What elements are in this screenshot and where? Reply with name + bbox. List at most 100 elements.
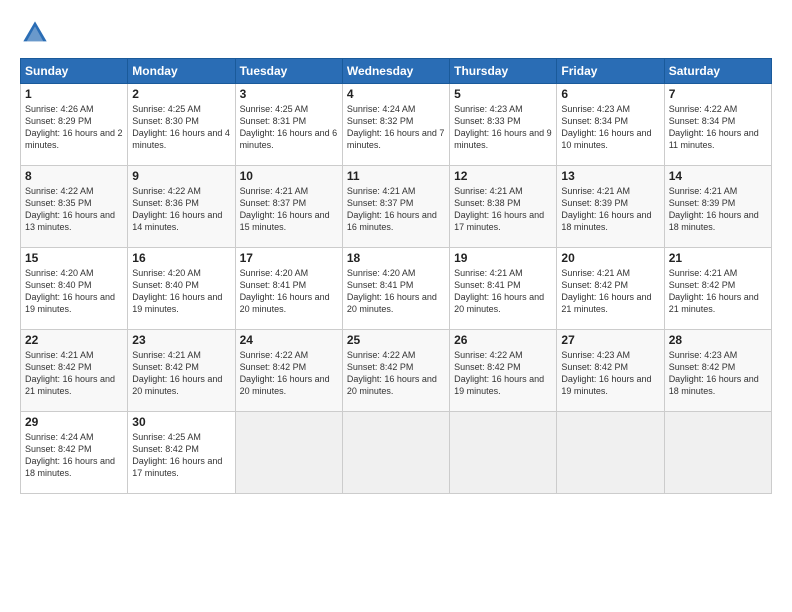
day-info: Sunrise: 4:25 AM Sunset: 8:31 PM Dayligh… [240, 103, 338, 152]
header [20, 18, 772, 48]
day-number: 8 [25, 169, 123, 183]
day-number: 16 [132, 251, 230, 265]
day-number: 3 [240, 87, 338, 101]
day-number: 10 [240, 169, 338, 183]
day-info: Sunrise: 4:21 AM Sunset: 8:41 PM Dayligh… [454, 267, 552, 316]
calendar-day-cell: 1 Sunrise: 4:26 AM Sunset: 8:29 PM Dayli… [21, 84, 128, 166]
day-number: 29 [25, 415, 123, 429]
day-info: Sunrise: 4:20 AM Sunset: 8:40 PM Dayligh… [132, 267, 230, 316]
day-info: Sunrise: 4:21 AM Sunset: 8:39 PM Dayligh… [669, 185, 767, 234]
day-number: 4 [347, 87, 445, 101]
calendar-day-cell [342, 412, 449, 494]
day-number: 23 [132, 333, 230, 347]
calendar-body: 1 Sunrise: 4:26 AM Sunset: 8:29 PM Dayli… [21, 84, 772, 494]
calendar-day-cell: 21 Sunrise: 4:21 AM Sunset: 8:42 PM Dayl… [664, 248, 771, 330]
calendar-day-cell: 12 Sunrise: 4:21 AM Sunset: 8:38 PM Dayl… [450, 166, 557, 248]
calendar-day-cell: 5 Sunrise: 4:23 AM Sunset: 8:33 PM Dayli… [450, 84, 557, 166]
day-number: 2 [132, 87, 230, 101]
calendar-day-cell: 10 Sunrise: 4:21 AM Sunset: 8:37 PM Dayl… [235, 166, 342, 248]
calendar-day-cell: 23 Sunrise: 4:21 AM Sunset: 8:42 PM Dayl… [128, 330, 235, 412]
day-number: 11 [347, 169, 445, 183]
calendar-day-cell [557, 412, 664, 494]
day-number: 30 [132, 415, 230, 429]
calendar-day-cell: 2 Sunrise: 4:25 AM Sunset: 8:30 PM Dayli… [128, 84, 235, 166]
day-info: Sunrise: 4:25 AM Sunset: 8:42 PM Dayligh… [132, 431, 230, 480]
calendar-day-cell: 25 Sunrise: 4:22 AM Sunset: 8:42 PM Dayl… [342, 330, 449, 412]
day-number: 13 [561, 169, 659, 183]
calendar-day-cell: 4 Sunrise: 4:24 AM Sunset: 8:32 PM Dayli… [342, 84, 449, 166]
calendar-table: SundayMondayTuesdayWednesdayThursdayFrid… [20, 58, 772, 494]
calendar-day-cell: 19 Sunrise: 4:21 AM Sunset: 8:41 PM Dayl… [450, 248, 557, 330]
calendar-day-cell: 14 Sunrise: 4:21 AM Sunset: 8:39 PM Dayl… [664, 166, 771, 248]
calendar-day-cell [664, 412, 771, 494]
calendar-day-cell: 9 Sunrise: 4:22 AM Sunset: 8:36 PM Dayli… [128, 166, 235, 248]
day-number: 1 [25, 87, 123, 101]
calendar-header-cell: Monday [128, 59, 235, 84]
calendar-day-cell: 8 Sunrise: 4:22 AM Sunset: 8:35 PM Dayli… [21, 166, 128, 248]
calendar-day-cell: 27 Sunrise: 4:23 AM Sunset: 8:42 PM Dayl… [557, 330, 664, 412]
day-info: Sunrise: 4:20 AM Sunset: 8:41 PM Dayligh… [347, 267, 445, 316]
calendar-header-cell: Tuesday [235, 59, 342, 84]
day-number: 22 [25, 333, 123, 347]
day-info: Sunrise: 4:24 AM Sunset: 8:32 PM Dayligh… [347, 103, 445, 152]
calendar-header-cell: Friday [557, 59, 664, 84]
day-number: 14 [669, 169, 767, 183]
day-number: 17 [240, 251, 338, 265]
calendar-day-cell: 11 Sunrise: 4:21 AM Sunset: 8:37 PM Dayl… [342, 166, 449, 248]
day-number: 18 [347, 251, 445, 265]
day-info: Sunrise: 4:21 AM Sunset: 8:37 PM Dayligh… [240, 185, 338, 234]
day-info: Sunrise: 4:22 AM Sunset: 8:42 PM Dayligh… [347, 349, 445, 398]
day-info: Sunrise: 4:21 AM Sunset: 8:42 PM Dayligh… [561, 267, 659, 316]
day-number: 25 [347, 333, 445, 347]
calendar-week-row: 15 Sunrise: 4:20 AM Sunset: 8:40 PM Dayl… [21, 248, 772, 330]
day-info: Sunrise: 4:21 AM Sunset: 8:38 PM Dayligh… [454, 185, 552, 234]
calendar-day-cell: 7 Sunrise: 4:22 AM Sunset: 8:34 PM Dayli… [664, 84, 771, 166]
day-number: 6 [561, 87, 659, 101]
page: SundayMondayTuesdayWednesdayThursdayFrid… [0, 0, 792, 612]
day-number: 21 [669, 251, 767, 265]
day-info: Sunrise: 4:22 AM Sunset: 8:34 PM Dayligh… [669, 103, 767, 152]
calendar-header-cell: Wednesday [342, 59, 449, 84]
calendar-day-cell: 15 Sunrise: 4:20 AM Sunset: 8:40 PM Dayl… [21, 248, 128, 330]
calendar-day-cell: 6 Sunrise: 4:23 AM Sunset: 8:34 PM Dayli… [557, 84, 664, 166]
day-number: 24 [240, 333, 338, 347]
logo-icon [20, 18, 50, 48]
day-number: 15 [25, 251, 123, 265]
day-info: Sunrise: 4:23 AM Sunset: 8:42 PM Dayligh… [669, 349, 767, 398]
day-info: Sunrise: 4:22 AM Sunset: 8:42 PM Dayligh… [454, 349, 552, 398]
calendar-week-row: 1 Sunrise: 4:26 AM Sunset: 8:29 PM Dayli… [21, 84, 772, 166]
calendar-day-cell: 22 Sunrise: 4:21 AM Sunset: 8:42 PM Dayl… [21, 330, 128, 412]
calendar-header-cell: Thursday [450, 59, 557, 84]
day-info: Sunrise: 4:22 AM Sunset: 8:35 PM Dayligh… [25, 185, 123, 234]
calendar-day-cell: 3 Sunrise: 4:25 AM Sunset: 8:31 PM Dayli… [235, 84, 342, 166]
calendar-day-cell: 29 Sunrise: 4:24 AM Sunset: 8:42 PM Dayl… [21, 412, 128, 494]
calendar-day-cell: 26 Sunrise: 4:22 AM Sunset: 8:42 PM Dayl… [450, 330, 557, 412]
calendar-header-row: SundayMondayTuesdayWednesdayThursdayFrid… [21, 59, 772, 84]
day-number: 9 [132, 169, 230, 183]
calendar-header-cell: Saturday [664, 59, 771, 84]
day-info: Sunrise: 4:23 AM Sunset: 8:33 PM Dayligh… [454, 103, 552, 152]
day-info: Sunrise: 4:23 AM Sunset: 8:42 PM Dayligh… [561, 349, 659, 398]
calendar-day-cell: 18 Sunrise: 4:20 AM Sunset: 8:41 PM Dayl… [342, 248, 449, 330]
calendar-week-row: 8 Sunrise: 4:22 AM Sunset: 8:35 PM Dayli… [21, 166, 772, 248]
calendar-day-cell [450, 412, 557, 494]
calendar-day-cell: 16 Sunrise: 4:20 AM Sunset: 8:40 PM Dayl… [128, 248, 235, 330]
calendar-day-cell [235, 412, 342, 494]
day-info: Sunrise: 4:21 AM Sunset: 8:42 PM Dayligh… [132, 349, 230, 398]
calendar-day-cell: 13 Sunrise: 4:21 AM Sunset: 8:39 PM Dayl… [557, 166, 664, 248]
day-number: 20 [561, 251, 659, 265]
calendar-week-row: 22 Sunrise: 4:21 AM Sunset: 8:42 PM Dayl… [21, 330, 772, 412]
day-number: 7 [669, 87, 767, 101]
logo [20, 18, 54, 48]
calendar-day-cell: 30 Sunrise: 4:25 AM Sunset: 8:42 PM Dayl… [128, 412, 235, 494]
day-number: 27 [561, 333, 659, 347]
day-info: Sunrise: 4:20 AM Sunset: 8:40 PM Dayligh… [25, 267, 123, 316]
calendar-day-cell: 17 Sunrise: 4:20 AM Sunset: 8:41 PM Dayl… [235, 248, 342, 330]
day-info: Sunrise: 4:21 AM Sunset: 8:37 PM Dayligh… [347, 185, 445, 234]
day-info: Sunrise: 4:22 AM Sunset: 8:36 PM Dayligh… [132, 185, 230, 234]
calendar-day-cell: 28 Sunrise: 4:23 AM Sunset: 8:42 PM Dayl… [664, 330, 771, 412]
day-number: 26 [454, 333, 552, 347]
day-info: Sunrise: 4:26 AM Sunset: 8:29 PM Dayligh… [25, 103, 123, 152]
day-info: Sunrise: 4:20 AM Sunset: 8:41 PM Dayligh… [240, 267, 338, 316]
day-number: 28 [669, 333, 767, 347]
